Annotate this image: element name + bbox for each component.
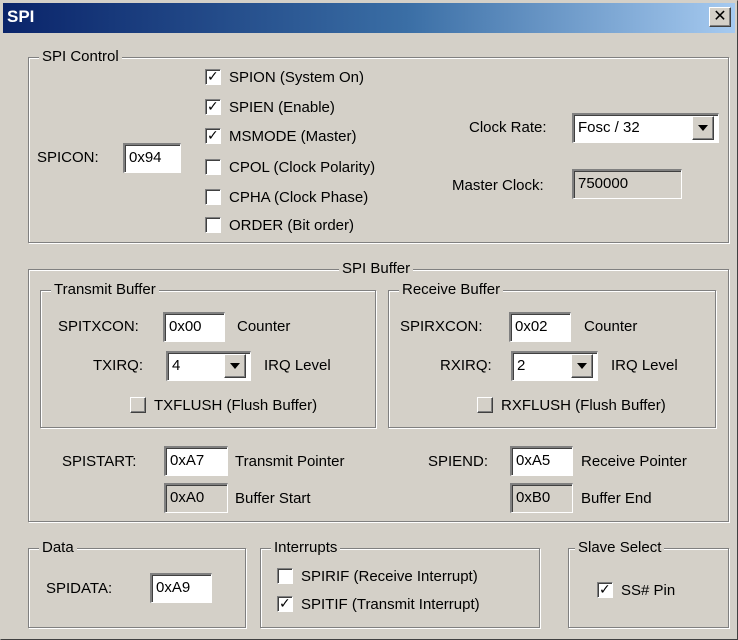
checkbox-box[interactable] bbox=[277, 568, 293, 584]
rxflush-label: RXFLUSH (Flush Buffer) bbox=[501, 396, 666, 414]
checkbox-box[interactable]: ✓ bbox=[277, 595, 293, 612]
checkbox-order[interactable]: ORDER (Bit order) bbox=[205, 214, 354, 236]
spitxcon-field[interactable]: 0x00 bbox=[163, 312, 225, 342]
txirq-dropdown-button[interactable] bbox=[224, 354, 246, 378]
checkmark-icon: ✓ bbox=[207, 98, 219, 114]
txirq-label: TXIRQ: bbox=[93, 357, 144, 374]
spi-buffer-group: SPI Buffer Transmit Buffer SPITXCON: 0x0… bbox=[28, 259, 729, 522]
clock-rate-label: Clock Rate: bbox=[469, 119, 547, 136]
data-group: Data SPIDATA: 0xA9 bbox=[28, 538, 246, 628]
checkbox-label: SPION (System On) bbox=[229, 68, 365, 86]
checkmark-icon: ✓ bbox=[207, 127, 219, 143]
spiend-desc: Receive Pointer bbox=[581, 453, 687, 470]
data-legend: Data bbox=[39, 538, 77, 558]
buffer-start-field: 0xA0 bbox=[164, 483, 228, 513]
checkbox-label: ORDER (Bit order) bbox=[229, 216, 355, 234]
checkbox-spirif[interactable]: SPIRIF (Receive Interrupt) bbox=[277, 565, 478, 587]
spitxcon-desc: Counter bbox=[237, 318, 291, 335]
spicon-label: SPICON: bbox=[37, 149, 99, 166]
interrupts-legend: Interrupts bbox=[271, 538, 341, 558]
title-bar[interactable]: SPI ✕ bbox=[3, 3, 735, 33]
checkbox-msmode[interactable]: ✓ MSMODE (Master) bbox=[205, 125, 357, 147]
slave-select-legend: Slave Select bbox=[575, 538, 665, 558]
txflush-label: TXFLUSH (Flush Buffer) bbox=[154, 396, 318, 414]
spirxcon-field[interactable]: 0x02 bbox=[509, 312, 571, 342]
transmit-buffer-legend: Transmit Buffer bbox=[51, 280, 159, 300]
buffer-end-field: 0xB0 bbox=[510, 483, 573, 513]
checkbox-label: SPIRIF (Receive Interrupt) bbox=[301, 567, 478, 585]
receive-buffer-legend: Receive Buffer bbox=[399, 280, 504, 300]
slave-select-group: Slave Select ✓ SS# Pin bbox=[568, 538, 729, 628]
checkbox-spien[interactable]: ✓ SPIEN (Enable) bbox=[205, 96, 335, 118]
master-clock-field: 750000 bbox=[572, 169, 682, 199]
interrupts-group: Interrupts SPIRIF (Receive Interrupt) ✓ … bbox=[260, 538, 540, 628]
checkbox-box[interactable] bbox=[205, 189, 221, 205]
spiend-field[interactable]: 0xA5 bbox=[510, 446, 573, 476]
spidata-label: SPIDATA: bbox=[46, 580, 113, 597]
transmit-buffer-group: Transmit Buffer SPITXCON: 0x00 Counter T… bbox=[40, 280, 376, 428]
chevron-down-icon bbox=[230, 363, 240, 369]
close-icon: ✕ bbox=[713, 8, 727, 25]
checkbox-box[interactable]: ✓ bbox=[205, 68, 221, 85]
txflush-button[interactable]: TXFLUSH (Flush Buffer) bbox=[130, 394, 317, 416]
clock-rate-select[interactable]: Fosc / 32 bbox=[572, 113, 719, 143]
spistart-field[interactable]: 0xA7 bbox=[164, 446, 228, 476]
flush-button-face[interactable] bbox=[130, 397, 146, 413]
clock-rate-dropdown-button[interactable] bbox=[692, 116, 714, 140]
spitxcon-label: SPITXCON: bbox=[58, 318, 139, 335]
rxirq-select[interactable]: 2 bbox=[511, 351, 598, 381]
checkbox-ss-pin[interactable]: ✓ SS# Pin bbox=[597, 579, 675, 601]
spi-buffer-legend: SPI Buffer bbox=[339, 259, 414, 279]
checkmark-icon: ✓ bbox=[279, 595, 291, 611]
window-title: SPI bbox=[7, 7, 35, 26]
rxirq-desc: IRQ Level bbox=[611, 357, 678, 374]
spistart-desc: Transmit Pointer bbox=[235, 453, 345, 470]
rxflush-button[interactable]: RXFLUSH (Flush Buffer) bbox=[477, 394, 666, 416]
checkbox-label: CPOL (Clock Polarity) bbox=[229, 158, 376, 176]
checkbox-label: SPITIF (Transmit Interrupt) bbox=[301, 595, 480, 613]
rxirq-dropdown-button[interactable] bbox=[571, 354, 593, 378]
checkbox-label: CPHA (Clock Phase) bbox=[229, 188, 369, 206]
buffer-end-desc: Buffer End bbox=[581, 490, 652, 507]
spirxcon-label: SPIRXCON: bbox=[400, 318, 483, 335]
checkbox-label: MSMODE (Master) bbox=[229, 127, 357, 145]
checkbox-cpol[interactable]: CPOL (Clock Polarity) bbox=[205, 156, 375, 178]
checkbox-box[interactable]: ✓ bbox=[597, 581, 613, 598]
receive-buffer-group: Receive Buffer SPIRXCON: 0x02 Counter RX… bbox=[388, 280, 716, 428]
rxirq-label: RXIRQ: bbox=[440, 357, 492, 374]
spidata-field[interactable]: 0xA9 bbox=[150, 573, 212, 603]
spiend-label: SPIEND: bbox=[428, 453, 489, 470]
checkbox-spion[interactable]: ✓ SPION (System On) bbox=[205, 66, 364, 88]
close-button[interactable]: ✕ bbox=[709, 7, 731, 27]
checkbox-box[interactable]: ✓ bbox=[205, 98, 221, 115]
checkbox-label: SPIEN (Enable) bbox=[229, 98, 335, 116]
spi-control-group: SPI Control SPICON: 0x94 ✓ SPION (System… bbox=[28, 47, 729, 243]
checkbox-box[interactable] bbox=[205, 159, 221, 175]
flush-button-face[interactable] bbox=[477, 397, 493, 413]
master-clock-label: Master Clock: bbox=[452, 177, 544, 194]
chevron-down-icon bbox=[577, 363, 587, 369]
spi-control-legend: SPI Control bbox=[39, 47, 122, 67]
checkbox-cpha[interactable]: CPHA (Clock Phase) bbox=[205, 186, 368, 208]
spistart-label: SPISTART: bbox=[62, 453, 137, 470]
checkbox-box[interactable] bbox=[205, 217, 221, 233]
spi-dialog: SPI ✕ SPI Control SPICON: 0x94 ✓ SPION (… bbox=[0, 0, 738, 640]
checkbox-box[interactable]: ✓ bbox=[205, 127, 221, 144]
checkbox-label: SS# Pin bbox=[621, 581, 676, 599]
txirq-desc: IRQ Level bbox=[264, 357, 331, 374]
checkmark-icon: ✓ bbox=[599, 581, 611, 597]
checkbox-spitif[interactable]: ✓ SPITIF (Transmit Interrupt) bbox=[277, 593, 480, 615]
txirq-select[interactable]: 4 bbox=[166, 351, 251, 381]
buffer-start-desc: Buffer Start bbox=[235, 490, 311, 507]
spicon-field[interactable]: 0x94 bbox=[123, 143, 181, 173]
chevron-down-icon bbox=[698, 125, 708, 131]
spirxcon-desc: Counter bbox=[584, 318, 638, 335]
checkmark-icon: ✓ bbox=[207, 68, 219, 84]
